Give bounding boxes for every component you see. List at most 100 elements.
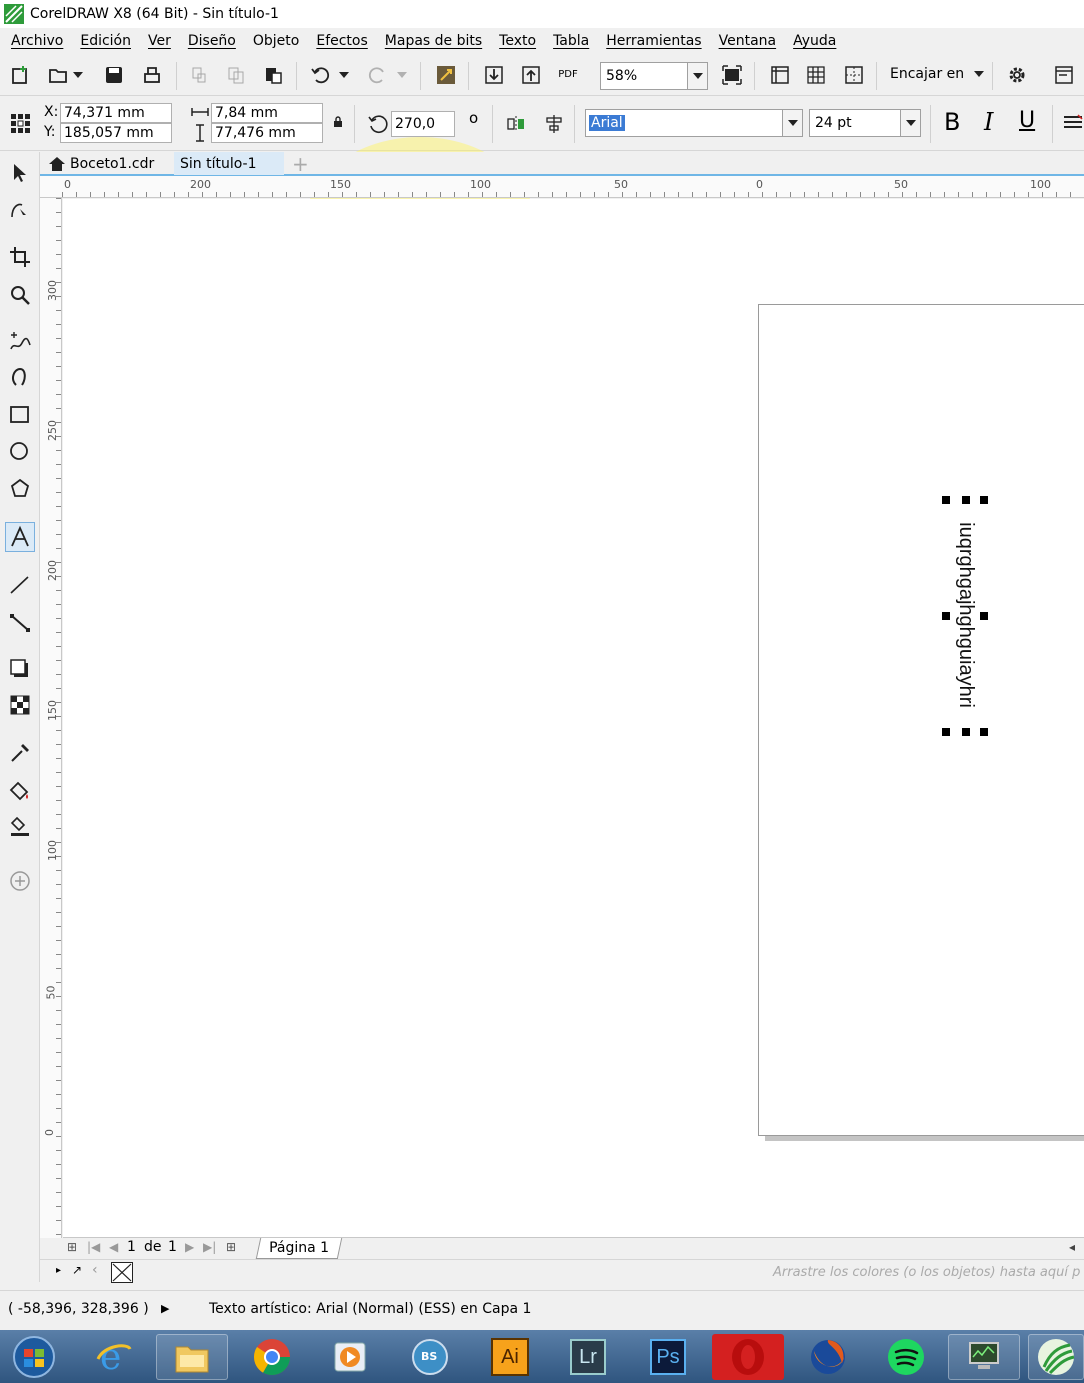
taskbar-internet-explorer[interactable]: e xyxy=(78,1334,150,1380)
show-guidelines-button[interactable] xyxy=(840,61,868,89)
taskbar-bs-player[interactable]: BS xyxy=(394,1334,466,1380)
first-page-button[interactable]: |◀ xyxy=(87,1240,100,1254)
snap-to-button[interactable]: Encajar en xyxy=(890,66,985,82)
copy-button[interactable] xyxy=(222,61,250,89)
transparency-tool[interactable] xyxy=(5,690,35,720)
scroll-left-button[interactable]: ◂ xyxy=(1069,1240,1075,1254)
taskbar-media-player[interactable] xyxy=(314,1334,386,1380)
undo-button[interactable] xyxy=(306,61,334,89)
save-button[interactable] xyxy=(100,61,128,89)
shape-tool[interactable] xyxy=(5,196,35,226)
menu-ver[interactable]: Ver xyxy=(141,33,178,49)
paste-button[interactable] xyxy=(259,61,287,89)
selection-handle[interactable] xyxy=(980,728,988,736)
object-origin-button[interactable] xyxy=(6,109,34,137)
taskbar-spotify[interactable] xyxy=(870,1334,942,1380)
text-tool[interactable] xyxy=(5,522,35,552)
taskbar-firefox[interactable] xyxy=(792,1334,864,1380)
last-page-button[interactable]: ▶| xyxy=(203,1240,216,1254)
start-button[interactable] xyxy=(0,1334,68,1380)
taskbar-coreldraw[interactable] xyxy=(1028,1334,1084,1380)
publish-pdf-button[interactable]: PDF xyxy=(554,61,582,89)
pick-tool[interactable] xyxy=(5,158,35,188)
zoom-tool[interactable] xyxy=(5,280,35,310)
previous-page-button[interactable]: ◀ xyxy=(109,1240,118,1254)
italic-button[interactable]: I xyxy=(984,108,993,136)
taskbar-file-explorer[interactable] xyxy=(156,1334,228,1380)
eyedropper-small-icon[interactable]: ↗ xyxy=(72,1263,82,1277)
align-distribute-button[interactable] xyxy=(540,110,568,138)
palette-left-icon[interactable]: ‹ xyxy=(92,1262,98,1278)
open-dropdown[interactable] xyxy=(70,61,86,89)
print-button[interactable] xyxy=(138,61,166,89)
selection-handle[interactable] xyxy=(962,496,970,504)
zoom-dropdown[interactable] xyxy=(687,63,707,89)
vertical-ruler[interactable]: 300 250 200 150 100 50 0 xyxy=(40,198,62,1238)
page-tab[interactable]: Página 1 xyxy=(255,1238,343,1259)
search-content-button[interactable] xyxy=(432,61,460,89)
menu-efectos[interactable]: Efectos xyxy=(309,33,374,49)
freehand-tool[interactable] xyxy=(5,326,35,356)
new-document-button[interactable] xyxy=(6,61,34,89)
menu-herramientas[interactable]: Herramientas xyxy=(599,33,708,49)
font-size-combo[interactable]: 24 pt xyxy=(809,109,921,137)
width-field[interactable]: 7,84 mm xyxy=(211,103,323,123)
add-page-before-button[interactable]: ⊞ xyxy=(67,1240,77,1254)
taskbar-opera[interactable] xyxy=(712,1334,784,1380)
selected-text-object[interactable]: iuqrghgajhghguiayhri xyxy=(942,496,988,736)
import-button[interactable] xyxy=(480,61,508,89)
taskbar-chrome[interactable] xyxy=(236,1334,308,1380)
menu-edicion[interactable]: Edición xyxy=(73,33,138,49)
cut-button[interactable] xyxy=(185,61,213,89)
eyedropper-tool[interactable] xyxy=(5,738,35,768)
height-field[interactable]: 77,476 mm xyxy=(211,123,323,143)
menu-objeto[interactable]: Objeto xyxy=(246,33,306,49)
selection-handle[interactable] xyxy=(942,728,950,736)
menu-mapas-de-bits[interactable]: Mapas de bits xyxy=(378,33,489,49)
tab-sin-titulo-1[interactable]: Sin título-1 xyxy=(174,152,284,175)
menu-tabla[interactable]: Tabla xyxy=(546,33,596,49)
selection-handle[interactable] xyxy=(942,612,950,620)
connector-tool[interactable] xyxy=(5,608,35,638)
x-position-field[interactable]: 74,371 mm xyxy=(60,103,172,123)
taskbar-network[interactable] xyxy=(948,1334,1020,1380)
crop-tool[interactable] xyxy=(5,242,35,272)
menu-texto[interactable]: Texto xyxy=(492,33,543,49)
taskbar-photoshop[interactable]: Ps xyxy=(632,1334,704,1380)
selection-handle[interactable] xyxy=(942,496,950,504)
menu-ayuda[interactable]: Ayuda xyxy=(786,33,843,49)
open-button[interactable] xyxy=(44,61,72,89)
next-page-button[interactable]: ▶ xyxy=(185,1240,194,1254)
add-tab-button[interactable]: + xyxy=(286,152,315,176)
full-screen-preview-button[interactable] xyxy=(718,61,746,89)
selection-handle[interactable] xyxy=(980,612,988,620)
artistic-text[interactable]: iuqrghgajhghguiayhri xyxy=(951,510,981,720)
rotation-angle-field[interactable]: 270,0 xyxy=(391,111,455,137)
polygon-tool[interactable] xyxy=(5,474,35,504)
status-arrow-icon[interactable]: ▶ xyxy=(161,1302,169,1315)
taskbar-lightroom[interactable]: Lr xyxy=(552,1334,624,1380)
mirror-horizontal-button[interactable] xyxy=(502,110,530,138)
no-color-swatch[interactable] xyxy=(111,1262,133,1283)
horizontal-ruler[interactable]: 0 200 150 100 50 0 50 100 xyxy=(40,176,1084,198)
ellipse-tool[interactable] xyxy=(5,437,35,467)
show-grid-button[interactable] xyxy=(802,61,830,89)
drop-shadow-tool[interactable] xyxy=(5,654,35,684)
artistic-media-tool[interactable] xyxy=(5,362,35,392)
bold-button[interactable]: B xyxy=(944,108,960,136)
document-page[interactable] xyxy=(758,304,1084,1136)
lock-ratio-icon[interactable] xyxy=(333,116,343,128)
parallel-dimension-tool[interactable] xyxy=(5,570,35,600)
smart-fill-tool[interactable] xyxy=(5,812,35,842)
menu-ventana[interactable]: Ventana xyxy=(712,33,784,49)
y-position-field[interactable]: 185,057 mm xyxy=(60,123,172,143)
redo-button[interactable] xyxy=(364,61,392,89)
tab-boceto1[interactable]: Boceto1.cdr xyxy=(42,152,174,175)
text-align-icon[interactable] xyxy=(1062,113,1084,133)
interactive-fill-tool[interactable] xyxy=(5,776,35,806)
options-button[interactable] xyxy=(1003,61,1031,89)
menu-diseno[interactable]: Diseño xyxy=(181,33,243,49)
palette-scroll-icon[interactable]: ▸ xyxy=(56,1265,61,1276)
add-page-after-button[interactable]: ⊞ xyxy=(226,1240,236,1254)
quick-customize-button[interactable] xyxy=(5,866,35,896)
